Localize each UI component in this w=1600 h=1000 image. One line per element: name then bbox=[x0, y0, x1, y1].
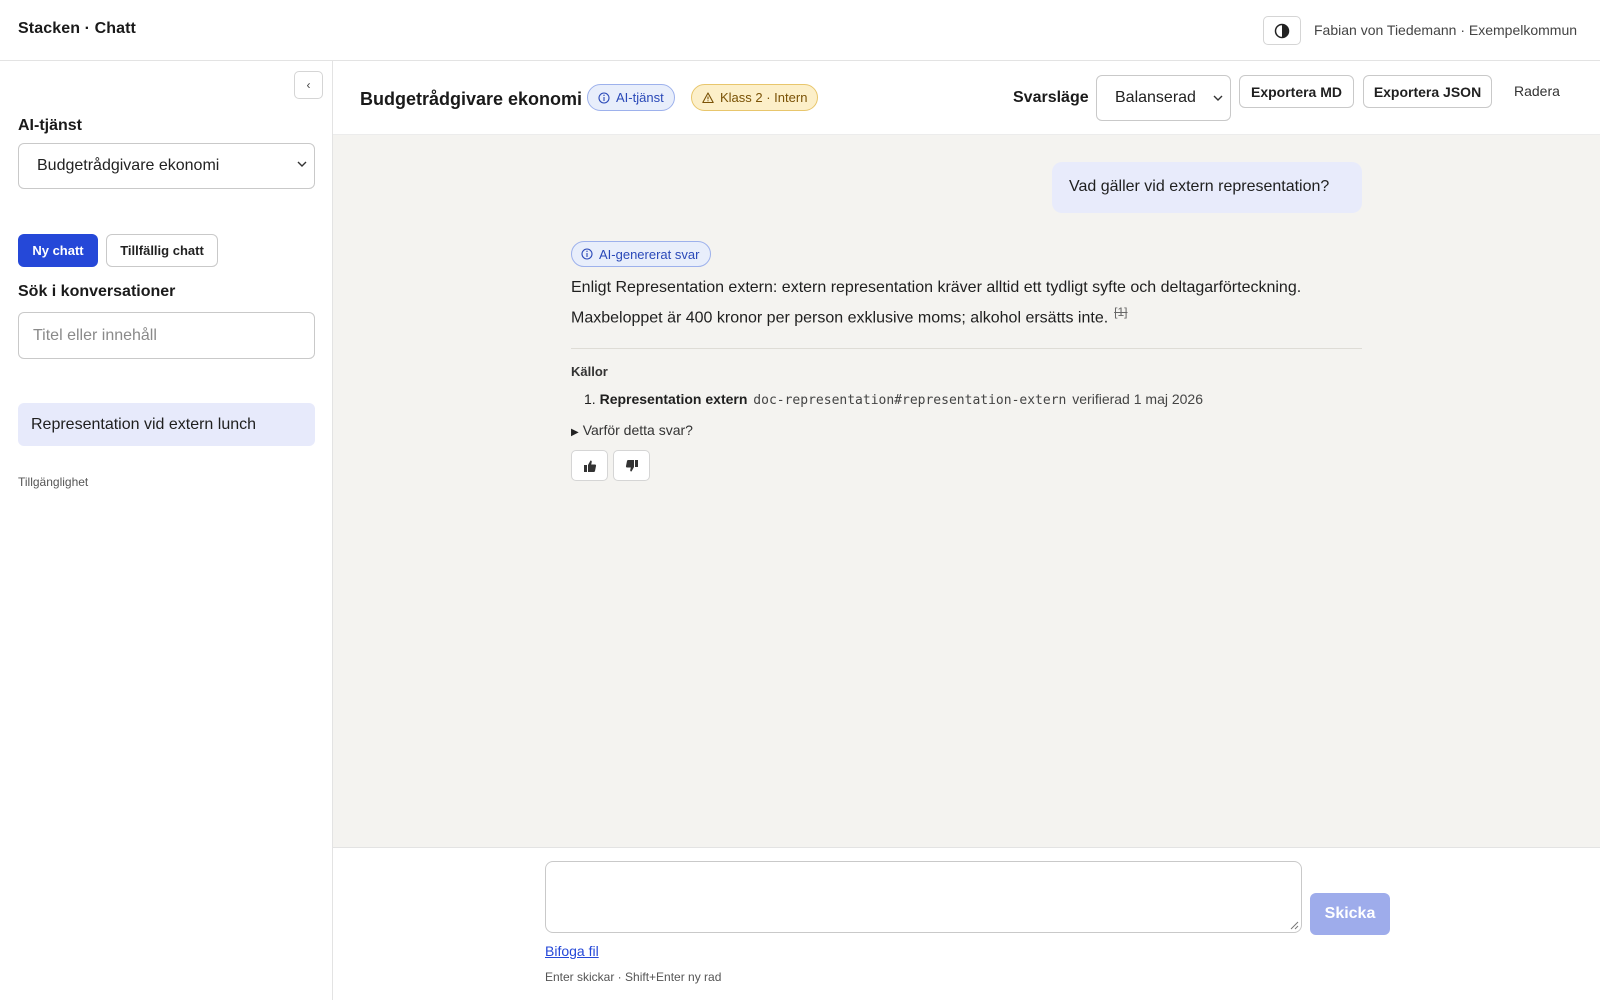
source-number: 1. bbox=[584, 391, 596, 407]
temporary-chat-button[interactable]: Tillfällig chatt bbox=[106, 234, 218, 267]
message-input[interactable] bbox=[545, 861, 1302, 933]
why-this-answer-label: Varför detta svar? bbox=[582, 422, 693, 438]
source-item: 1. Representation extern doc-representat… bbox=[584, 391, 1203, 408]
new-chat-button[interactable]: Ny chatt bbox=[18, 234, 98, 267]
response-mode-label: Svarsläge bbox=[1013, 89, 1089, 106]
service-select-label: AI-tjänst bbox=[18, 117, 82, 134]
disclosure-triangle-icon: ▶ bbox=[571, 427, 579, 438]
thumbs-up-button[interactable] bbox=[571, 450, 608, 481]
classification-badge: Klass 2 · Intern bbox=[691, 84, 819, 111]
ai-service-badge-label: AI-tjänst bbox=[616, 90, 664, 105]
thumbs-up-icon bbox=[583, 460, 596, 472]
chevron-down-icon bbox=[297, 161, 307, 167]
chat-header: Budgetrådgivare ekonomi AI-tjänst Klass … bbox=[333, 61, 1600, 135]
why-this-answer-toggle[interactable]: ▶ Varför detta svar? bbox=[571, 422, 693, 438]
source-verified-date: verifierad 1 maj 2026 bbox=[1072, 391, 1204, 407]
ai-service-badge: AI-tjänst bbox=[587, 84, 675, 111]
info-icon bbox=[581, 248, 593, 260]
contrast-icon bbox=[1274, 23, 1290, 38]
service-select-value: Budgetrådgivare ekonomi bbox=[37, 157, 220, 174]
response-mode-select[interactable]: Balanserad bbox=[1096, 75, 1231, 121]
composer: Skicka Bifoga fil Enter skickar · Shift+… bbox=[333, 847, 1600, 1000]
ai-generated-badge: AI-genererat svar bbox=[571, 241, 712, 267]
chat-messages: Vad gäller vid extern representation? AI… bbox=[333, 135, 1600, 847]
source-reference: doc-representation#representation-extern bbox=[753, 393, 1067, 408]
service-title: Budgetrådgivare ekonomi bbox=[360, 89, 583, 109]
conversation-title: Representation vid extern lunch bbox=[31, 416, 257, 433]
ai-generated-badge-label: AI-genererat svar bbox=[599, 246, 700, 262]
export-md-button[interactable]: Exportera MD bbox=[1239, 75, 1354, 108]
thumbs-down-icon bbox=[625, 459, 638, 471]
export-json-button[interactable]: Exportera JSON bbox=[1363, 75, 1492, 108]
send-button[interactable]: Skicka bbox=[1310, 893, 1390, 935]
attach-file-link[interactable]: Bifoga fil bbox=[545, 943, 599, 959]
service-select[interactable]: Budgetrådgivare ekonomi bbox=[18, 143, 315, 189]
chevron-down-icon bbox=[1213, 95, 1223, 101]
theme-toggle-button[interactable] bbox=[1263, 16, 1301, 45]
user-message: Vad gäller vid extern representation? bbox=[1052, 162, 1362, 213]
citation-link[interactable]: [1] bbox=[1114, 305, 1127, 319]
thumbs-down-button[interactable] bbox=[613, 450, 650, 481]
divider bbox=[571, 348, 1362, 349]
assistant-answer: Enligt Representation extern: extern rep… bbox=[571, 275, 1371, 330]
search-label: Sök i konversationer bbox=[18, 283, 176, 300]
user-message-text: Vad gäller vid extern representation? bbox=[1069, 178, 1330, 195]
top-bar: Stacken · Chatt Fabian von Tiedemann · E… bbox=[0, 0, 1600, 61]
sources-heading: Källor bbox=[571, 364, 608, 379]
sidebar: ‹ AI-tjänst Budgetrådgivare ekonomi Ny c… bbox=[0, 61, 333, 1000]
search-placeholder: Titel eller innehåll bbox=[33, 327, 157, 344]
classification-badge-label: Klass 2 · Intern bbox=[720, 90, 808, 105]
resize-grip-icon[interactable] bbox=[1289, 920, 1299, 930]
info-icon bbox=[598, 91, 610, 104]
conversation-item[interactable]: Representation vid extern lunch bbox=[18, 403, 315, 446]
keyboard-hint: Enter skickar · Shift+Enter ny rad bbox=[545, 970, 722, 984]
app-title: Stacken · Chatt bbox=[18, 20, 136, 37]
conversation-search-input[interactable]: Titel eller innehåll bbox=[18, 312, 315, 359]
accessibility-link[interactable]: Tillgänglighet bbox=[18, 475, 88, 489]
delete-button[interactable]: Radera bbox=[1514, 83, 1560, 99]
assistant-answer-text: Enligt Representation extern: extern rep… bbox=[571, 279, 1302, 327]
collapse-sidebar-button[interactable]: ‹ bbox=[294, 71, 323, 99]
source-title[interactable]: Representation extern bbox=[600, 391, 748, 407]
user-info: Fabian von Tiedemann · Exempelkommun bbox=[1314, 22, 1578, 38]
warning-icon bbox=[702, 91, 714, 103]
response-mode-value: Balanserad bbox=[1115, 89, 1196, 106]
